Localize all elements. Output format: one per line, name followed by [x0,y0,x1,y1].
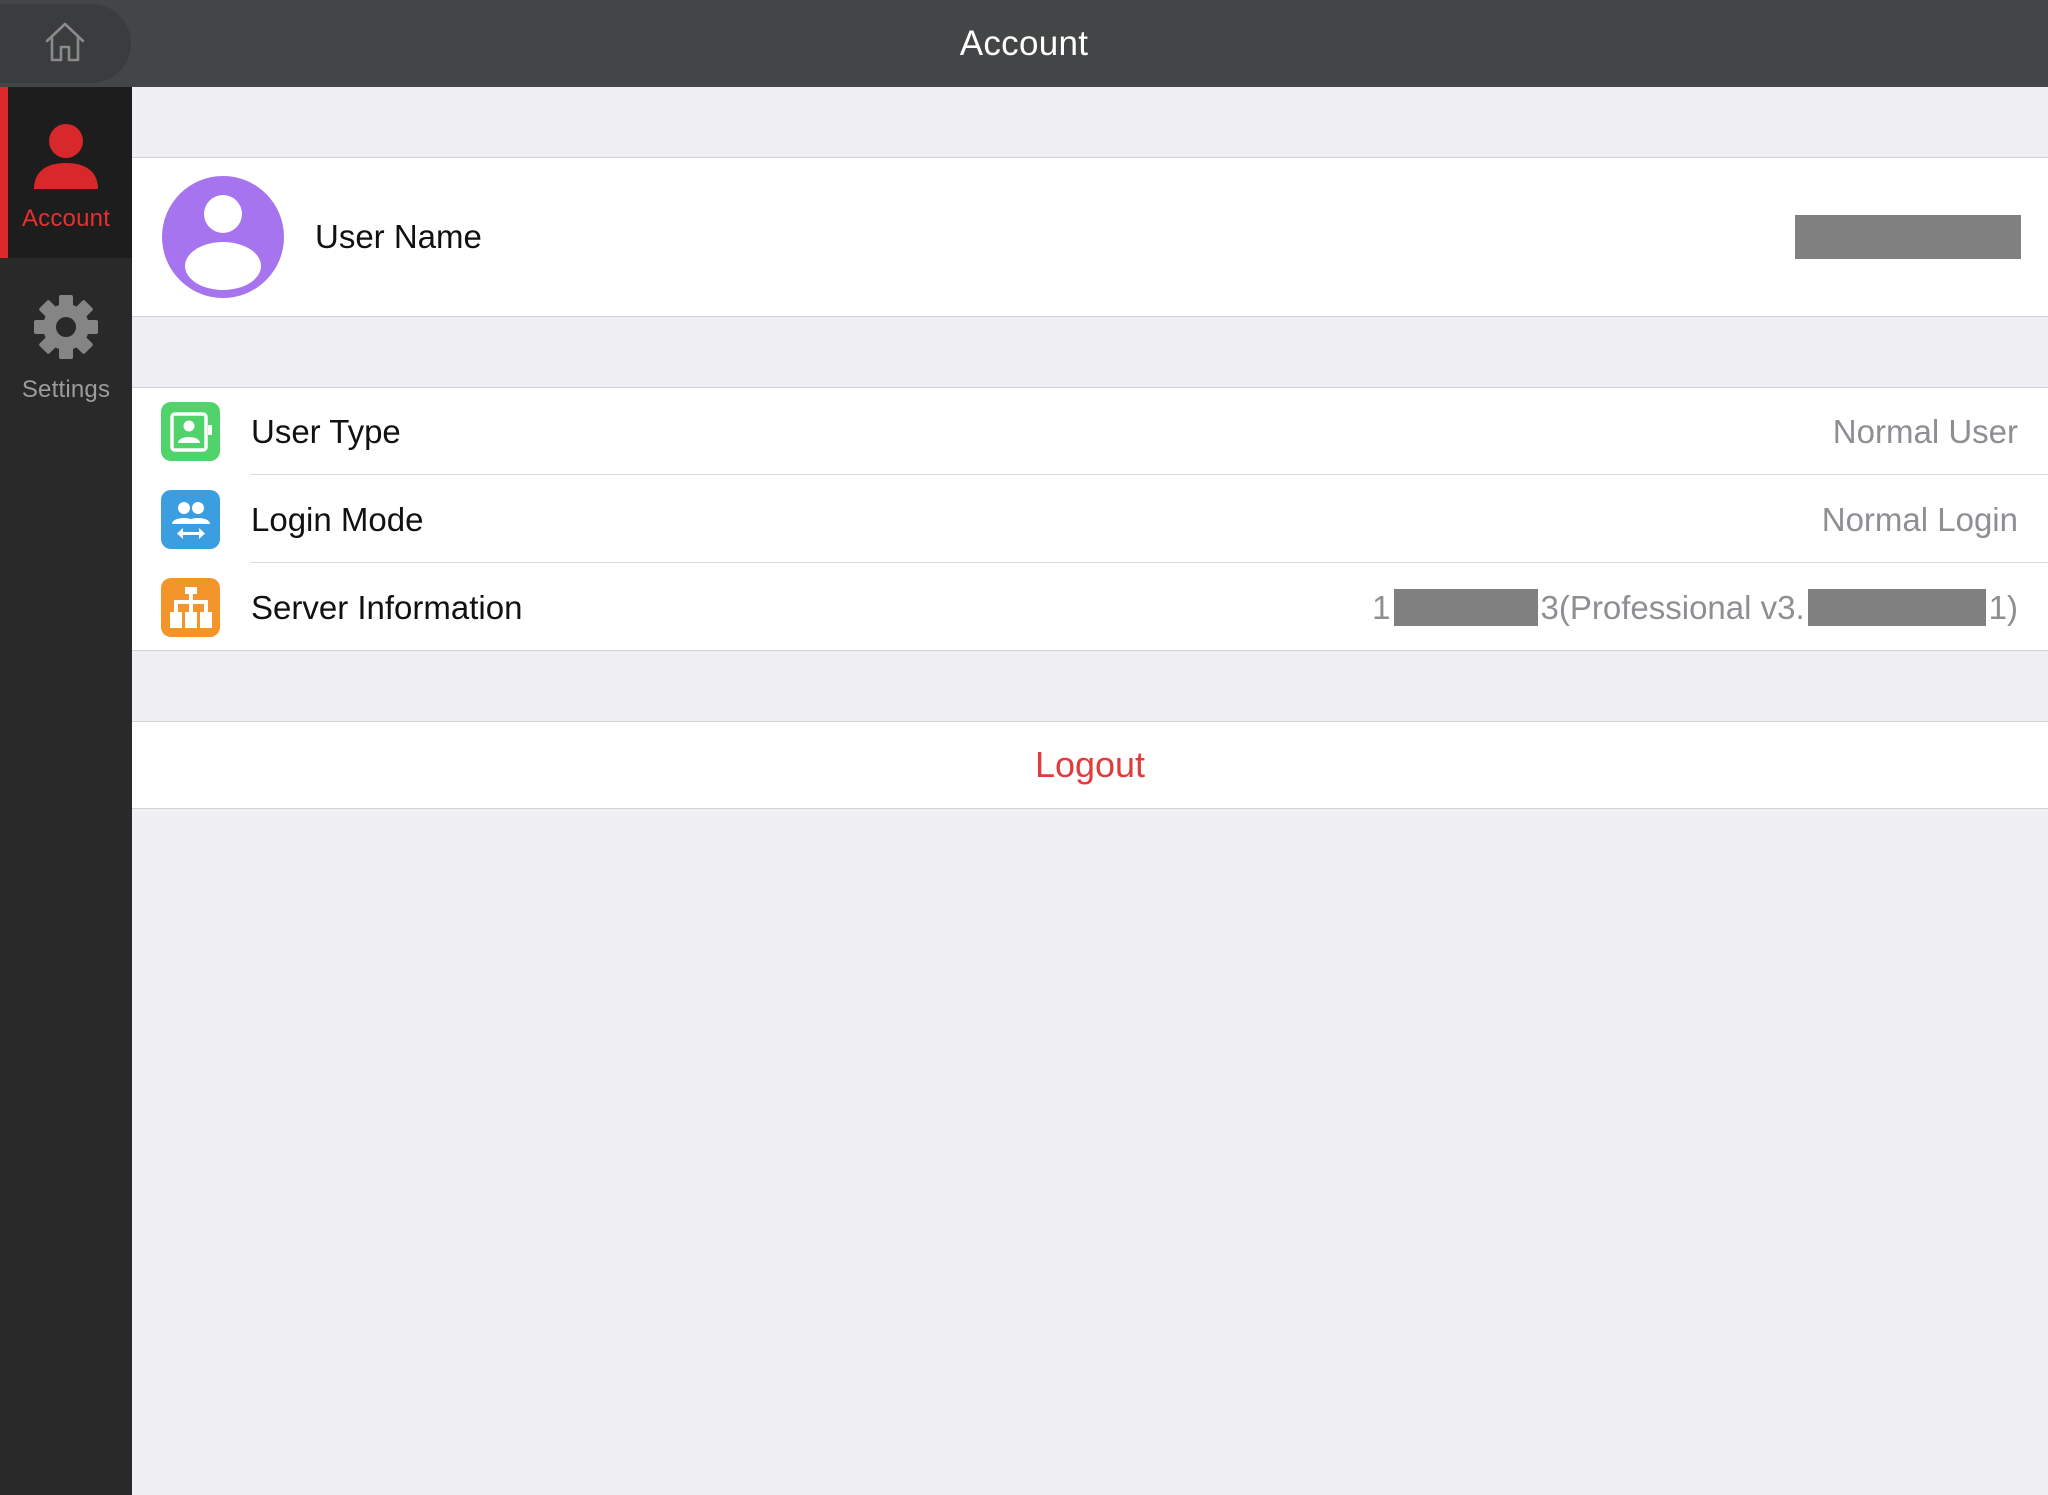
login-mode-icon [161,490,220,549]
sidebar-item-settings[interactable]: Settings [0,258,132,429]
server-information-label: Server Information [251,589,523,626]
page-title: Account [959,24,1089,63]
login-mode-row[interactable]: Login Mode Normal Login [132,476,2048,563]
logout-button[interactable]: Logout [132,721,2048,809]
login-mode-value: Normal Login [1821,501,2018,538]
account-info-panel: User Type Normal User Login Mode Normal … [132,387,2048,651]
user-type-icon [161,402,220,461]
login-mode-label: Login Mode [251,501,424,538]
sidebar: Account Settings [0,87,132,1495]
user-name-label: User Name [315,218,482,255]
server-address-redacted [1393,589,1538,626]
server-value-part: 1 [1372,589,1391,626]
server-information-row[interactable]: Server Information 1 3(Professional v3. … [132,564,2048,651]
sidebar-item-label: Settings [21,376,111,403]
server-value-part: 3(Professional v3. [1540,589,1805,626]
sidebar-item-label: Account [21,205,111,232]
server-information-value: 1 3(Professional v3. 1) [1372,564,2018,651]
account-icon [31,121,101,191]
server-icon [161,578,220,637]
user-type-row[interactable]: User Type Normal User [132,388,2048,475]
user-panel[interactable]: User Name [132,157,2048,317]
home-icon [45,22,84,61]
home-button[interactable] [0,4,131,83]
top-bar: Account [0,0,2048,87]
server-value-part: 1) [1988,589,2018,626]
server-version-redacted [1807,589,1986,626]
avatar-icon [162,176,284,298]
user-type-label: User Type [251,413,401,450]
user-type-value: Normal User [1832,413,2018,450]
sidebar-item-account[interactable]: Account [0,87,132,258]
logout-label: Logout [1034,744,1146,785]
row-divider [251,474,2048,475]
user-name-value-redacted [1795,215,2021,259]
row-divider [251,562,2048,563]
gear-icon [31,292,101,362]
